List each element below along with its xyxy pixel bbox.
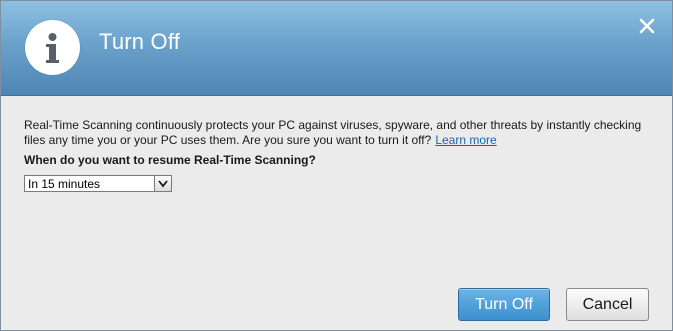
dialog-title: Turn Off [99,29,181,54]
learn-more-link[interactable]: Learn more [435,133,496,147]
chevron-down-icon[interactable] [154,176,171,191]
turn-off-dialog: Turn Off Real-Time Scanning continuously… [0,0,673,331]
resume-time-select[interactable]: In 15 minutes [24,175,172,192]
info-icon [25,20,80,75]
turn-off-button[interactable]: Turn Off [458,288,550,321]
dialog-content: Real-Time Scanning continuously protects… [24,118,654,168]
close-icon[interactable] [634,13,660,39]
resume-time-select-value: In 15 minutes [28,177,101,191]
description-paragraph: Real-Time Scanning continuously protects… [24,118,654,148]
dialog-header: Turn Off [1,1,672,96]
description-text: Real-Time Scanning continuously protects… [24,118,642,147]
resume-question-label: When do you want to resume Real-Time Sca… [24,153,316,167]
cancel-button[interactable]: Cancel [566,288,649,321]
